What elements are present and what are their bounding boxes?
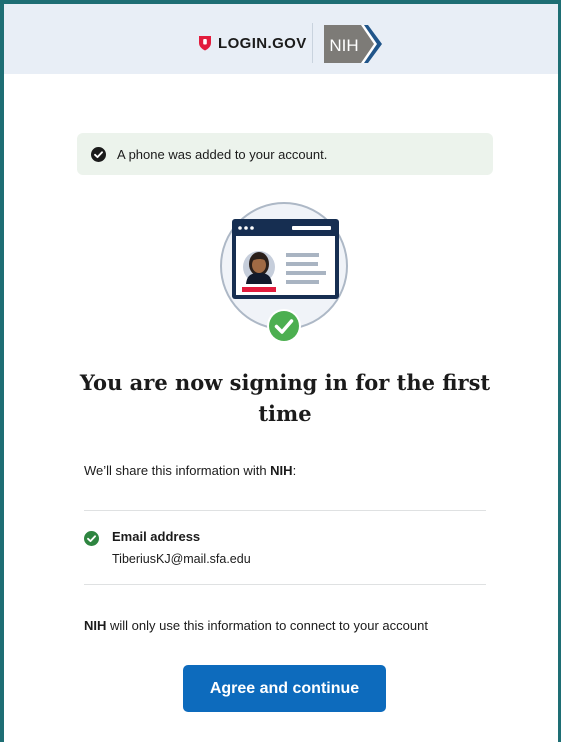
nih-logo-text: NIH (329, 36, 358, 55)
divider (84, 510, 486, 511)
login-gov-logo[interactable]: LOGIN.GOV (198, 31, 307, 55)
divider (84, 584, 486, 585)
shield-icon (199, 36, 211, 51)
usage-statement: NIH will only use this information to co… (84, 618, 428, 633)
partner-name: NIH (270, 463, 293, 478)
site-header: LOGIN.GOV NIH (4, 4, 558, 74)
alert-message: A phone was added to your account. (117, 146, 328, 162)
page-title: You are now signing in for the first tim… (79, 370, 491, 426)
success-alert: A phone was added to your account. (77, 133, 493, 175)
share-statement: We’ll share this information with NIH: (84, 463, 297, 478)
check-circle-icon (84, 531, 99, 546)
header-divider (312, 23, 313, 63)
attribute-value: TiberiusKJ@mail.sfa.edu (112, 552, 251, 566)
attribute-label: Email address (112, 529, 201, 544)
id-card-check-icon (220, 202, 348, 343)
brand-text: LOGIN.GOV (218, 34, 307, 52)
check-circle-icon (91, 146, 106, 162)
nih-logo: NIH (324, 25, 382, 63)
partner-name: NIH (84, 618, 107, 633)
agree-and-continue-button[interactable]: Agree and continue (183, 665, 386, 712)
